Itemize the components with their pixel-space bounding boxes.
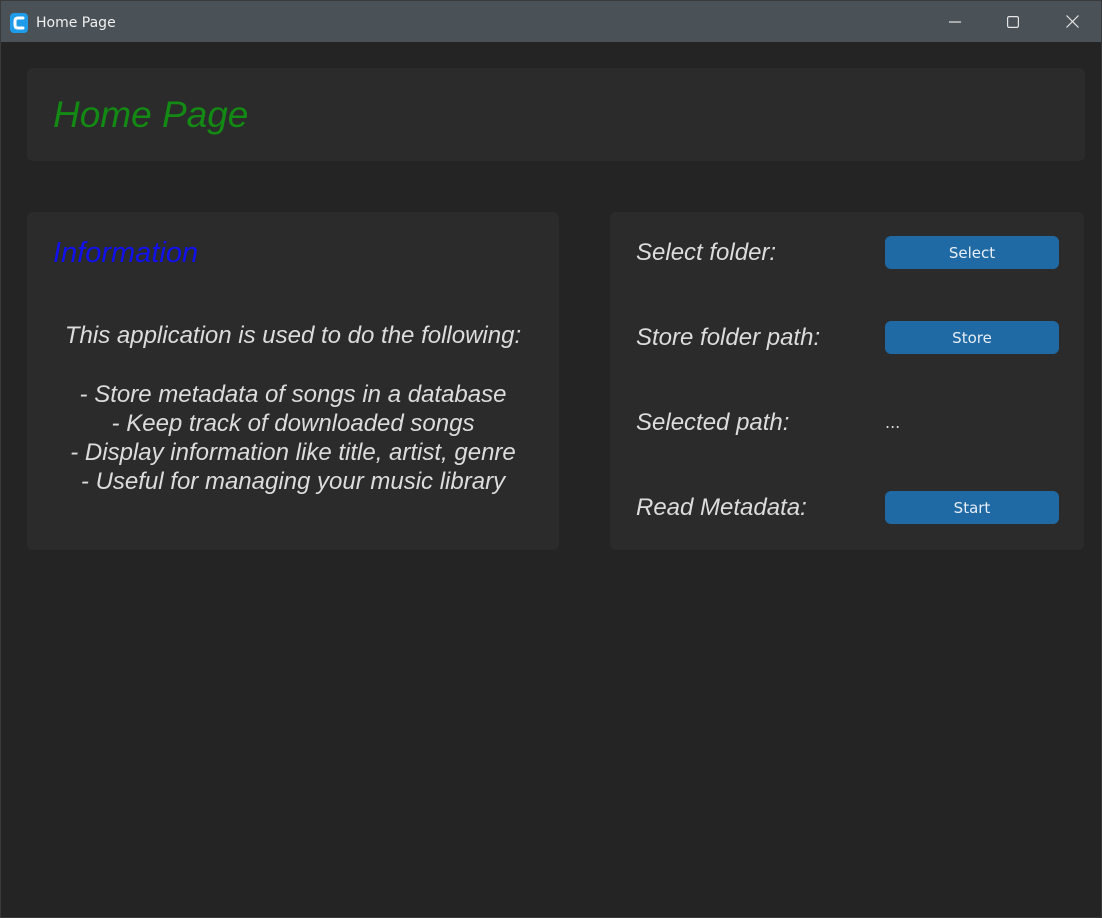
selected-path-label: Selected path: <box>636 409 790 436</box>
information-panel: Information This application is used to … <box>27 212 559 550</box>
app-window: Home Page Home Page Information This app… <box>0 0 1102 918</box>
minimize-icon <box>949 16 961 28</box>
information-item: - Display information like title, artist… <box>70 439 516 466</box>
title-bar[interactable]: Home Page <box>1 1 1101 42</box>
app-icon <box>10 13 28 33</box>
page-title: Home Page <box>53 94 249 135</box>
header-panel: Home Page <box>27 68 1085 161</box>
select-folder-button[interactable]: Select <box>885 236 1059 269</box>
information-item: - Keep track of downloaded songs <box>111 410 475 437</box>
information-item: - Useful for managing your music library <box>80 468 506 495</box>
store-folder-path-label: Store folder path: <box>636 324 821 351</box>
maximize-icon <box>1007 15 1019 28</box>
information-intro: This application is used to do the follo… <box>64 322 522 349</box>
minimize-button[interactable] <box>926 1 984 42</box>
actions-panel: Select folder: Select Store folder path:… <box>610 212 1084 550</box>
information-list: - Store metadata of songs in a database … <box>27 380 559 496</box>
select-folder-label: Select folder: <box>636 239 777 266</box>
close-button[interactable] <box>1043 1 1101 42</box>
read-metadata-label: Read Metadata: <box>636 494 807 521</box>
start-read-metadata-button[interactable]: Start <box>885 491 1059 524</box>
store-folder-path-button[interactable]: Store <box>885 321 1059 354</box>
information-heading: Information <box>53 237 199 269</box>
window-title: Home Page <box>36 15 116 31</box>
close-icon <box>1065 15 1079 28</box>
maximize-button[interactable] <box>984 1 1042 42</box>
selected-path-value: ... <box>885 413 901 432</box>
information-item: - Store metadata of songs in a database <box>79 381 507 408</box>
